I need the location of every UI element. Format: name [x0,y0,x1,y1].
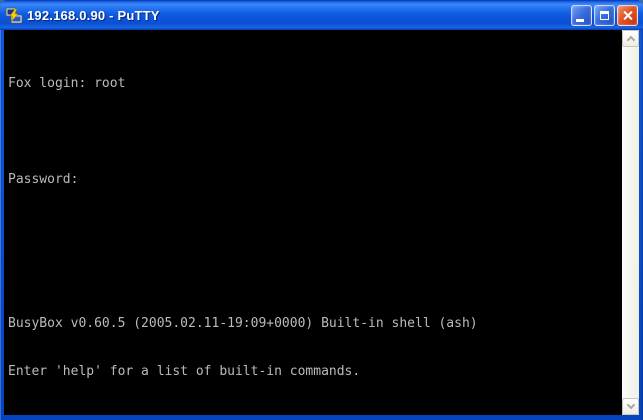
window-title: 192.168.0.90 - PuTTY [27,8,571,23]
scrollbar-track[interactable] [622,47,639,398]
chevron-up-icon [627,36,635,44]
terminal-line [8,220,620,236]
window-frame: Fox login: root Password: BusyBox v0.60.… [0,30,643,420]
close-icon [618,6,637,25]
close-button[interactable] [617,5,638,26]
minimize-icon [576,19,584,22]
terminal-line: Enter 'help' for a list of built-in comm… [8,364,620,380]
chevron-down-icon [627,401,635,409]
terminal-screen[interactable]: Fox login: root Password: BusyBox v0.60.… [4,30,622,415]
window-controls [571,5,638,26]
maximize-icon [600,11,609,20]
title-bar[interactable]: 192.168.0.90 - PuTTY [0,0,643,30]
putty-terminal-icon [5,7,23,25]
terminal-line [8,268,620,284]
terminal-line: BusyBox v0.60.5 (2005.02.11-19:09+0000) … [8,316,620,332]
maximize-button[interactable] [594,5,615,26]
putty-window: 192.168.0.90 - PuTTY Fox login: root Pas… [0,0,643,420]
terminal-line [8,124,620,140]
scroll-down-button[interactable] [622,398,639,415]
terminal-line: Fox login: root [8,76,620,92]
scroll-up-button[interactable] [622,30,639,47]
terminal-line: Password: [8,172,620,188]
terminal-line [8,412,620,415]
minimize-button[interactable] [571,5,592,26]
vertical-scrollbar[interactable] [622,30,639,415]
